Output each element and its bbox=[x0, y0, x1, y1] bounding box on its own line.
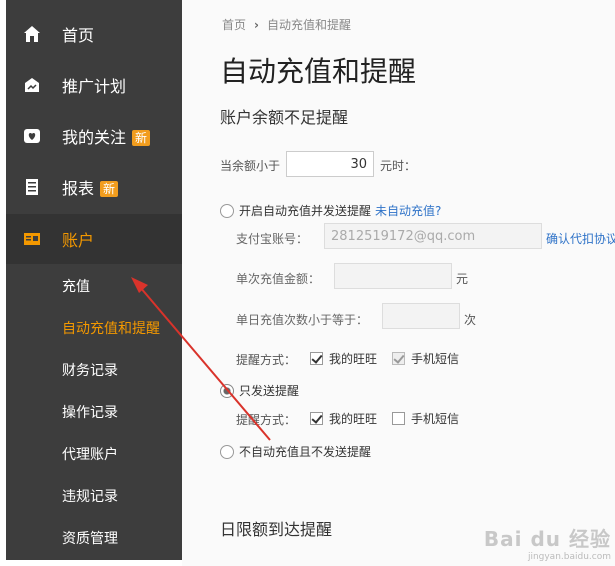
sub-item-recharge[interactable]: 充值 bbox=[62, 276, 90, 296]
remind-notify-sms-checkbox[interactable]: 手机短信 bbox=[392, 410, 459, 427]
page-title: 自动充值和提醒 bbox=[220, 55, 417, 88]
sub-item-finance-records[interactable]: 财务记录 bbox=[62, 360, 118, 380]
sub-item-agent-account[interactable]: 代理账户 bbox=[62, 444, 118, 464]
balance-section-title: 账户余额不足提醒 bbox=[220, 108, 349, 127]
count-unit: 次 bbox=[464, 313, 477, 327]
confirm-agreement-link[interactable]: 确认代扣协议 bbox=[546, 230, 615, 247]
remind-notify-wangwang-checkbox[interactable]: 我的旺旺 bbox=[310, 410, 377, 427]
auto-notify-wangwang-checkbox[interactable]: 我的旺旺 bbox=[310, 350, 377, 367]
sidebar-item-home[interactable]: 首页 bbox=[6, 10, 182, 58]
notify-label: 提醒方式： bbox=[236, 413, 297, 427]
auto-notify-sms-checkbox[interactable]: 手机短信 bbox=[392, 350, 459, 367]
sub-item-qualification[interactable]: 资质管理 bbox=[62, 528, 118, 548]
sub-item-operation-records[interactable]: 操作记录 bbox=[62, 402, 118, 422]
radio-button[interactable] bbox=[220, 383, 234, 398]
home-icon bbox=[22, 24, 42, 44]
account-icon bbox=[22, 229, 42, 249]
sidebar: 首页 推广计划 我的关注新 报表新 账户 充值 自动充值和提醒 财务记录 操作记… bbox=[6, 0, 182, 560]
chevron-right-icon: › bbox=[254, 18, 259, 32]
count-label: 单日充值次数小于等于： bbox=[236, 313, 369, 327]
radio-remind-only[interactable]: 只发送提醒 bbox=[220, 382, 299, 399]
notify-label: 提醒方式： bbox=[236, 353, 297, 367]
threshold-input[interactable] bbox=[286, 151, 374, 177]
heart-icon bbox=[22, 126, 42, 146]
sidebar-item-promotion-plan[interactable]: 推广计划 bbox=[6, 61, 182, 109]
threshold-prefix: 当余额小于 bbox=[220, 159, 281, 173]
sidebar-item-label: 推广计划 bbox=[62, 77, 127, 96]
sidebar-item-report[interactable]: 报表新 bbox=[6, 163, 182, 211]
new-badge: 新 bbox=[132, 129, 151, 146]
radio-no-recharge[interactable]: 不自动充值且不发送提醒 bbox=[220, 443, 371, 460]
alipay-account-field[interactable] bbox=[324, 223, 542, 249]
amount-field[interactable] bbox=[334, 263, 452, 289]
count-field[interactable] bbox=[382, 303, 460, 329]
amount-label: 单次充值金额： bbox=[236, 272, 321, 286]
breadcrumb-home[interactable]: 首页 bbox=[222, 18, 246, 32]
alipay-label: 支付宝账号： bbox=[236, 232, 309, 246]
breadcrumb-current: 自动充值和提醒 bbox=[266, 18, 351, 32]
promotion-plan-icon bbox=[22, 75, 42, 95]
sidebar-item-label: 账户 bbox=[62, 231, 95, 250]
threshold-suffix: 元时： bbox=[380, 159, 417, 173]
radio-button[interactable] bbox=[220, 444, 234, 459]
radio-auto-recharge[interactable]: 开启自动充值并发送提醒 未自动充值? bbox=[220, 202, 441, 219]
sidebar-item-my-follow[interactable]: 我的关注新 bbox=[6, 112, 182, 160]
baidu-watermark: Bai du 经验 jingyan.baidu.com bbox=[483, 527, 611, 562]
sub-item-auto-recharge[interactable]: 自动充值和提醒 bbox=[62, 318, 160, 338]
sidebar-item-account[interactable]: 账户 bbox=[6, 214, 182, 264]
report-icon bbox=[22, 177, 42, 197]
why-not-recharged-link[interactable]: 未自动充值? bbox=[375, 202, 441, 219]
sidebar-item-label: 报表新 bbox=[62, 175, 119, 199]
main-content: 首页 › 自动充值和提醒 自动充值和提醒 账户余额不足提醒 当余额小于 元时： 开启… bbox=[182, 0, 615, 566]
amount-unit: 元 bbox=[456, 272, 469, 286]
breadcrumb: 首页 › 自动充值和提醒 bbox=[222, 16, 351, 33]
daily-limit-section-title: 日限额到达提醒 bbox=[220, 520, 333, 539]
sidebar-item-label: 我的关注新 bbox=[62, 124, 151, 148]
sub-item-violation-records[interactable]: 违规记录 bbox=[62, 486, 118, 506]
sidebar-item-label: 首页 bbox=[62, 26, 95, 45]
radio-button[interactable] bbox=[220, 203, 234, 218]
new-badge: 新 bbox=[100, 180, 119, 197]
